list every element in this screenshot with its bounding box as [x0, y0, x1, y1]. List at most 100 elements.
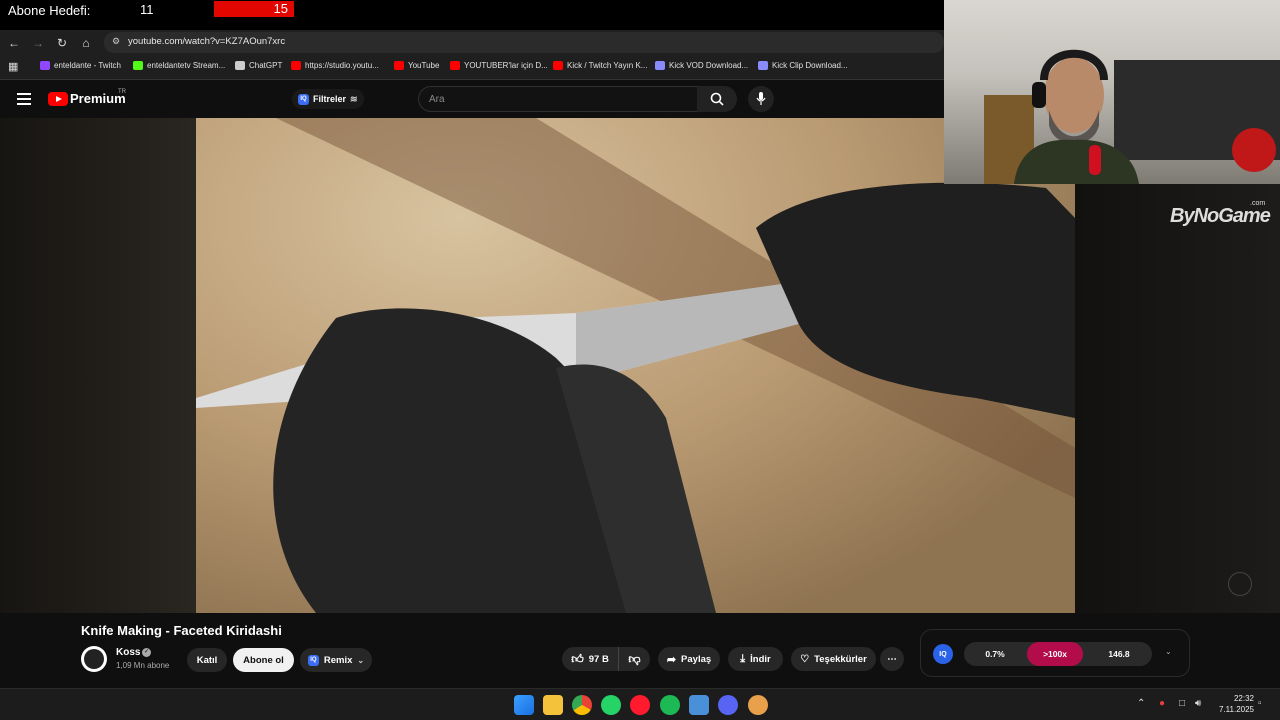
chevron-down-icon: ⌄: [357, 655, 365, 665]
webcam-person-image: [984, 49, 1280, 184]
bookmark-label: https://studio.youtu...: [305, 61, 379, 70]
streaming-app-icon[interactable]: [748, 695, 768, 715]
whatsapp-icon[interactable]: [601, 695, 621, 715]
goal-progress-bar: 15: [214, 1, 294, 17]
iq-extension-icon: IQ: [307, 654, 319, 666]
bookmark-label: Kick / Twitch Yayın K...: [567, 61, 648, 70]
more-actions-button[interactable]: ⋯: [880, 647, 904, 671]
search-input[interactable]: Ara: [418, 86, 698, 112]
microphone-icon: [756, 92, 766, 105]
bookmark-item[interactable]: enteldantetv Stream...: [133, 61, 225, 70]
youtube-logo-icon[interactable]: [48, 92, 68, 106]
download-button[interactable]: ⤓ İndir: [728, 647, 783, 671]
bookmark-favicon-icon: [553, 61, 563, 70]
video-frame-knife: [196, 118, 1075, 613]
opera-icon[interactable]: [630, 695, 650, 715]
bookmark-item[interactable]: Kick Clip Download...: [758, 61, 848, 70]
browser-toolbar: ← → ↻ ⌂ ⚙ youtube.com/watch?v=KZ7AOun7xr…: [0, 30, 944, 55]
share-button[interactable]: ➦ Paylaş: [658, 647, 720, 671]
search-placeholder: Ara: [429, 94, 445, 105]
search-button[interactable]: [697, 86, 737, 112]
forward-icon[interactable]: →: [28, 30, 48, 55]
filters-label: Filtreler: [313, 94, 347, 104]
hamburger-menu-icon[interactable]: [17, 93, 31, 105]
stream-watermark: ByNoGame: [1170, 205, 1271, 227]
bookmark-favicon-icon: [291, 61, 301, 70]
home-icon[interactable]: ⌂: [76, 30, 96, 55]
bookmark-item[interactable]: https://studio.youtu...: [291, 61, 379, 70]
thanks-button[interactable]: ♡ Teşekkürler: [791, 647, 876, 671]
iq-stat-percent: 0.7%: [985, 649, 1005, 659]
subscriber-goal-overlay: Abone Hedefi: 11 15: [0, 0, 944, 30]
thanks-label: Teşekkürler: [814, 653, 867, 665]
clock-time[interactable]: 22:32: [1224, 694, 1254, 703]
bookmark-item[interactable]: Kick VOD Download...: [655, 61, 748, 70]
bookmark-favicon-icon: [40, 61, 50, 70]
youtube-header: Premium TR IQ Filtreler ≋ Ara: [0, 80, 944, 118]
iq-stats-widget: IQ 0.7% >100x 146.8 ⌄: [920, 629, 1190, 677]
iq-stat-score: 146.8: [1108, 649, 1130, 659]
microphone-tray-icon[interactable]: ●: [1159, 698, 1165, 709]
network-app-icon[interactable]: [689, 695, 709, 715]
volume-icon[interactable]: 🔊︎: [1195, 698, 1201, 709]
thumbs-up-icon: 👍︎: [571, 651, 584, 666]
tray-overflow-icon[interactable]: ⌃: [1137, 698, 1145, 709]
filters-button[interactable]: IQ Filtreler ≋: [292, 89, 364, 109]
bookmark-favicon-icon: [133, 61, 143, 70]
channel-avatar[interactable]: [81, 646, 107, 672]
bookmark-favicon-icon: [655, 61, 665, 70]
download-label: İndir: [750, 653, 771, 665]
bookmark-item[interactable]: YOUTUBER'lar için D...: [450, 61, 548, 70]
clock-date[interactable]: 7.11.2025: [1214, 705, 1254, 714]
video-title: Knife Making - Faceted Kiridashi: [81, 623, 282, 638]
iq-extension-icon: IQ: [298, 93, 309, 105]
start-menu-icon[interactable]: [514, 695, 534, 715]
discord-icon[interactable]: [718, 695, 738, 715]
url-text: youtube.com/watch?v=KZ7AOun7xrc: [128, 36, 286, 47]
webcam-feed: [944, 0, 1280, 184]
iq-stats-bar: 0.7% >100x 146.8: [964, 642, 1152, 666]
more-icon: ⋯: [887, 653, 897, 665]
bookmark-label: ChatGPT: [249, 61, 283, 70]
site-info-icon[interactable]: ⚙: [112, 36, 120, 47]
address-bar[interactable]: ⚙ youtube.com/watch?v=KZ7AOun7xrc: [104, 32, 944, 53]
video-player[interactable]: [196, 118, 1075, 613]
network-tray-icon[interactable]: □: [1179, 698, 1185, 709]
channel-watermark-icon[interactable]: [1228, 572, 1252, 596]
iq-stat-multiplier: >100x: [1027, 642, 1083, 666]
dislike-button[interactable]: 👎︎: [618, 647, 650, 671]
goal-current-count: 11: [140, 2, 154, 17]
video-side-fill-left: [0, 118, 196, 613]
bookmark-favicon-icon: [450, 61, 460, 70]
chrome-icon[interactable]: [572, 695, 592, 715]
bookmark-label: enteldantetv Stream...: [147, 61, 226, 70]
voice-search-button[interactable]: [748, 86, 774, 112]
join-button[interactable]: Katıl: [187, 648, 227, 672]
bookmark-label: enteldante - Twitch: [54, 61, 122, 70]
bookmark-label: Kick Clip Download...: [772, 61, 848, 70]
subscriber-count: 1,09 Mn abone: [116, 661, 170, 670]
bookmark-favicon-icon: [235, 61, 245, 70]
goal-label: Abone Hedefi:: [8, 3, 91, 18]
channel-name[interactable]: Koss: [116, 647, 140, 658]
reload-icon[interactable]: ↻: [52, 30, 72, 55]
spotify-icon[interactable]: [660, 695, 680, 715]
file-explorer-icon[interactable]: [543, 695, 563, 715]
sliders-icon: ≋: [350, 93, 358, 104]
bookmark-item[interactable]: enteldante - Twitch: [40, 61, 121, 70]
bookmark-item[interactable]: ChatGPT: [235, 61, 282, 70]
like-count: 97 B: [588, 653, 609, 665]
search-icon: [710, 92, 724, 106]
apps-grid-icon[interactable]: ▦: [8, 60, 18, 73]
bookmarks-bar: ▦ enteldante - Twitch enteldantetv Stream…: [0, 55, 944, 80]
bookmark-item[interactable]: YouTube: [394, 61, 439, 70]
share-arrow-icon: ➦: [666, 653, 677, 666]
chevron-down-icon[interactable]: ⌄: [1165, 647, 1172, 656]
notification-icon[interactable]: ▫: [1258, 698, 1262, 709]
subscribe-button[interactable]: Abone ol: [233, 648, 294, 672]
back-icon[interactable]: ←: [4, 30, 24, 55]
like-button[interactable]: 👍︎ 97 B: [562, 647, 618, 671]
share-label: Paylaş: [681, 653, 712, 665]
bookmark-item[interactable]: Kick / Twitch Yayın K...: [553, 61, 647, 70]
remix-button[interactable]: IQ Remix ⌄: [300, 648, 372, 672]
